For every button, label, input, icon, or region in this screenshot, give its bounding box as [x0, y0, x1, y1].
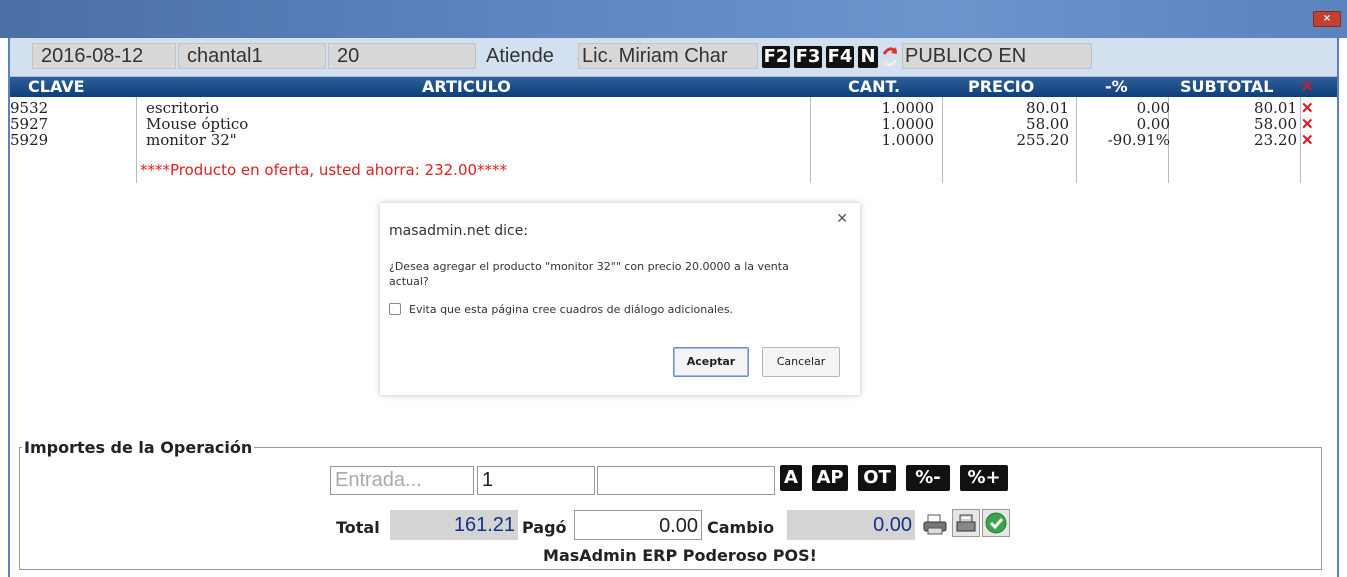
dialog-message: ¿Desea agregar el producto "monitor 32""… — [389, 260, 789, 288]
row-precio: 58.00 — [1026, 115, 1069, 133]
row-precio: 255.20 — [1016, 131, 1070, 149]
title-bar: × — [0, 0, 1347, 38]
discount-minus-button[interactable]: %- — [906, 465, 950, 491]
row-precio: 80.01 — [1026, 99, 1069, 117]
confirm-dialog: ✕ masadmin.net dice: ¿Desea agregar el p… — [380, 203, 860, 395]
accept-button[interactable]: Aceptar — [673, 347, 749, 377]
new-sale-button[interactable]: N — [858, 46, 878, 68]
row-desc: 0.00 — [1136, 115, 1170, 133]
attends-label: Atiende — [486, 45, 554, 67]
ot-button[interactable]: OT — [858, 465, 896, 491]
items-table-header: CLAVE ARTICULO CANT. PRECIO -% SUBTOTAL … — [10, 77, 1337, 97]
col-articulo: ARTICULO — [422, 77, 511, 96]
cash-register-button[interactable] — [952, 509, 980, 537]
quantity-input[interactable]: 1 — [477, 466, 595, 495]
sale-header: 2016-08-12 chantal1 20 Atiende Lic. Miri… — [10, 38, 1337, 77]
confirm-sale-button[interactable] — [982, 509, 1010, 537]
user-field[interactable]: chantal1 — [178, 43, 326, 69]
dialog-title: masadmin.net dice: — [389, 223, 529, 239]
offer-note: ****Producto en oferta, usted ahorra: 23… — [140, 161, 508, 179]
cancel-button[interactable]: Cancelar — [762, 347, 840, 377]
col-cant: CANT. — [848, 77, 901, 96]
row-cant: 1.0000 — [881, 131, 935, 149]
close-window-button[interactable]: × — [1313, 11, 1341, 27]
printer-icon[interactable] — [922, 513, 948, 537]
suppress-dialogs-option[interactable]: Evita que esta página cree cuadros de di… — [389, 303, 733, 316]
delete-row-icon[interactable]: ✕ — [1301, 100, 1314, 116]
checkmark-icon — [985, 512, 1007, 534]
table-row[interactable]: 5929 monitor 32" 1.0000 255.20 -90.91% 2… — [10, 132, 1337, 148]
delete-row-icon[interactable]: ✕ — [1301, 116, 1314, 132]
date-field[interactable]: 2016-08-12 — [32, 43, 176, 69]
pago-label: Pagó — [522, 518, 567, 537]
col-subtotal: SUBTOTAL — [1180, 77, 1274, 96]
f3-button[interactable]: F3 — [794, 46, 822, 68]
number-field[interactable]: 20 — [328, 43, 476, 69]
suppress-dialogs-label: Evita que esta página cree cuadros de di… — [409, 303, 734, 316]
table-row[interactable]: 5927 Mouse óptico 1.0000 58.00 0.00 58.0… — [10, 116, 1337, 132]
row-articulo: monitor 32" — [146, 131, 237, 149]
row-articulo: escritorio — [146, 99, 220, 117]
table-row[interactable]: 9532 escritorio 1.0000 80.01 0.00 80.01 … — [10, 100, 1337, 116]
client-field[interactable]: PUBLICO EN — [902, 43, 1092, 69]
footer-slogan: MasAdmin ERP Poderoso POS! — [543, 546, 817, 565]
a-button[interactable]: A — [780, 465, 802, 491]
pago-input[interactable]: 0.00 — [574, 510, 702, 540]
row-desc: 0.00 — [1136, 99, 1170, 117]
row-cant: 1.0000 — [881, 99, 935, 117]
entrada-input[interactable]: Entrada... — [330, 466, 474, 495]
row-clave: 5929 — [10, 131, 49, 149]
col-desc: -% — [1105, 77, 1128, 96]
col-precio: PRECIO — [968, 77, 1035, 96]
pos-window: 2016-08-12 chantal1 20 Atiende Lic. Miri… — [8, 38, 1339, 577]
total-label: Total — [336, 518, 380, 537]
ap-button[interactable]: AP — [812, 465, 848, 491]
f4-button[interactable]: F4 — [826, 46, 854, 68]
row-subtotal: 23.20 — [1254, 131, 1297, 149]
suppress-dialogs-checkbox[interactable] — [389, 303, 401, 315]
row-desc: -90.91% — [1107, 131, 1170, 149]
cash-register-icon — [956, 514, 976, 532]
row-clave: 9532 — [10, 99, 49, 117]
attendant-field[interactable]: Lic. Miriam Char — [578, 43, 758, 69]
row-clave: 5927 — [10, 115, 49, 133]
total-value: 161.21 — [390, 510, 518, 540]
dialog-close-icon[interactable]: ✕ — [836, 211, 848, 227]
f2-button[interactable]: F2 — [762, 46, 790, 68]
row-subtotal: 58.00 — [1254, 115, 1297, 133]
col-clave: CLAVE — [28, 77, 85, 96]
row-articulo: Mouse óptico — [146, 115, 249, 133]
row-subtotal: 80.01 — [1254, 99, 1297, 117]
code-input[interactable] — [597, 466, 775, 495]
importes-legend: Importes de la Operación — [24, 438, 253, 457]
swap-client-icon[interactable] — [880, 44, 900, 70]
clear-all-icon[interactable]: ✕ — [1300, 77, 1314, 97]
cambio-value: 0.00 — [787, 510, 915, 540]
row-cant: 1.0000 — [881, 115, 935, 133]
discount-plus-button[interactable]: %+ — [960, 465, 1008, 491]
cambio-label: Cambio — [707, 518, 775, 537]
delete-row-icon[interactable]: ✕ — [1301, 132, 1314, 148]
